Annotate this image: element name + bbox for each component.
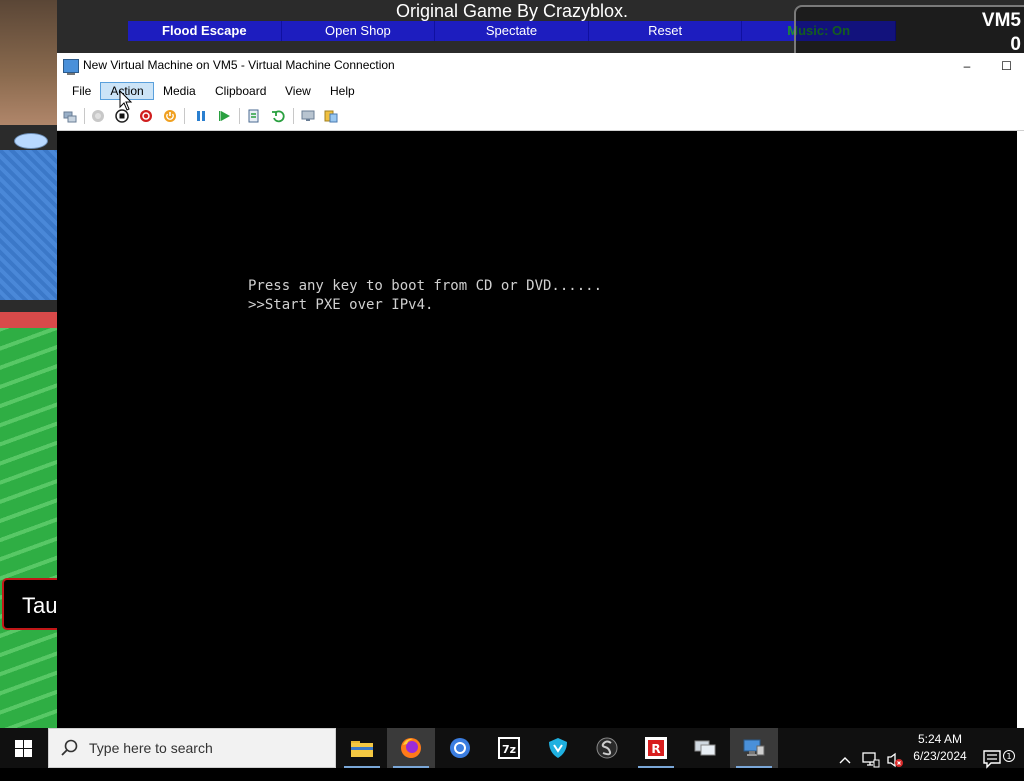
game-water: [0, 150, 57, 300]
taskbar-vpn[interactable]: [534, 728, 582, 768]
svg-text:1: 1: [1006, 752, 1011, 761]
svg-text:R: R: [651, 742, 660, 756]
toolbar-separator: [293, 108, 294, 124]
pause-icon[interactable]: [194, 109, 208, 123]
taskbar-search-box[interactable]: Type here to search: [48, 728, 336, 768]
checkpoint-icon[interactable]: [247, 109, 261, 123]
minimize-button[interactable]: –: [944, 53, 990, 79]
clock-time: 5:24 AM: [917, 732, 963, 746]
player-name: VM5: [981, 10, 1021, 31]
window-titlebar[interactable]: New Virtual Machine on VM5 - Virtual Mac…: [57, 53, 1024, 79]
svg-text:7z: 7z: [502, 743, 516, 756]
menu-bar: File Action Media Clipboard View Help: [57, 79, 1024, 103]
start-disabled-icon[interactable]: [91, 109, 105, 123]
maximize-icon: ☐: [1001, 59, 1012, 73]
vpn-shield-icon: [549, 738, 567, 758]
taskbar-vm-connection[interactable]: [730, 728, 778, 768]
vm-connection-icon: [63, 59, 79, 75]
taskbar-firefox[interactable]: [387, 728, 435, 768]
save-state-icon[interactable]: [163, 109, 177, 123]
menu-help[interactable]: Help: [323, 82, 362, 100]
resume-icon[interactable]: [218, 109, 232, 123]
revert-icon[interactable]: [271, 109, 285, 123]
app-s-icon: [596, 737, 618, 759]
game-red-stripe: [0, 312, 57, 328]
hyperv-manager-icon: [694, 740, 716, 756]
vm-screen[interactable]: Press any key to boot from CD or DVD....…: [57, 131, 1017, 728]
taskbar-hyperv-manager[interactable]: [681, 728, 729, 768]
boot-message-line: Press any key to boot from CD or DVD....…: [248, 278, 603, 294]
toolbar: [57, 103, 1024, 131]
chrome-icon: [450, 738, 470, 758]
share-icon[interactable]: [324, 109, 338, 123]
firefox-icon: [401, 738, 421, 758]
flood-escape-button[interactable]: Flood Escape: [128, 21, 282, 41]
taskbar-chrome[interactable]: [436, 728, 484, 768]
taskbar-app-s[interactable]: [583, 728, 631, 768]
menu-view[interactable]: View: [278, 82, 318, 100]
pxe-message-line: >>Start PXE over IPv4.: [248, 297, 434, 313]
maximize-button[interactable]: ☐: [989, 53, 1024, 79]
taskbar: Type here to search 7z R 5:24 AM 6/23/20…: [0, 728, 1024, 769]
mouse-pointer-icon: [119, 90, 133, 111]
chat-bubble-icon[interactable]: [14, 133, 48, 149]
notification-badge-icon: 1: [1003, 750, 1015, 762]
shutdown-icon[interactable]: [139, 109, 153, 123]
player-badge: VM5 0: [794, 5, 1024, 57]
open-shop-button[interactable]: Open Shop: [282, 21, 436, 41]
taskbar-file-explorer[interactable]: [338, 728, 386, 768]
menu-media[interactable]: Media: [156, 82, 203, 100]
chevron-up-icon[interactable]: [838, 741, 852, 781]
vm-connection-icon: [743, 739, 765, 756]
roblox-icon: R: [645, 737, 667, 759]
search-placeholder: Type here to search: [89, 740, 213, 756]
boot-console: Press any key to boot from CD or DVD....…: [248, 277, 602, 315]
minimize-icon: –: [963, 59, 971, 73]
menu-clipboard[interactable]: Clipboard: [208, 82, 273, 100]
game-green-floor: [0, 328, 57, 728]
notification-center-icon[interactable]: [983, 739, 1003, 779]
toolbar-separator: [84, 108, 85, 124]
game-side-label: Tau: [2, 578, 57, 630]
menu-file[interactable]: File: [65, 82, 98, 100]
taskbar-roblox[interactable]: R: [632, 728, 680, 768]
folder-icon: [351, 741, 373, 757]
windows-logo-icon: [15, 740, 32, 757]
vm-connection-window: New Virtual Machine on VM5 - Virtual Mac…: [57, 53, 1024, 728]
clock-date: 6/23/2024: [913, 749, 967, 763]
search-icon: [61, 739, 78, 756]
game-menu: Flood Escape Open Shop Spectate Reset Mu…: [128, 21, 896, 41]
toolbar-separator: [239, 108, 240, 124]
reset-button[interactable]: Reset: [589, 21, 743, 41]
volume-muted-icon[interactable]: [886, 740, 904, 780]
start-button[interactable]: [0, 728, 48, 768]
network-icon[interactable]: [862, 740, 880, 780]
7zip-icon: 7z: [498, 737, 520, 759]
spectate-button[interactable]: Spectate: [435, 21, 589, 41]
ctrl-alt-del-icon[interactable]: [63, 109, 77, 123]
enhanced-session-icon[interactable]: [301, 109, 315, 123]
toolbar-separator: [184, 108, 185, 124]
system-clock[interactable]: 5:24 AM 6/23/2024: [905, 731, 975, 765]
taskbar-7zip[interactable]: 7z: [485, 728, 533, 768]
window-title: New Virtual Machine on VM5 - Virtual Mac…: [83, 58, 395, 72]
